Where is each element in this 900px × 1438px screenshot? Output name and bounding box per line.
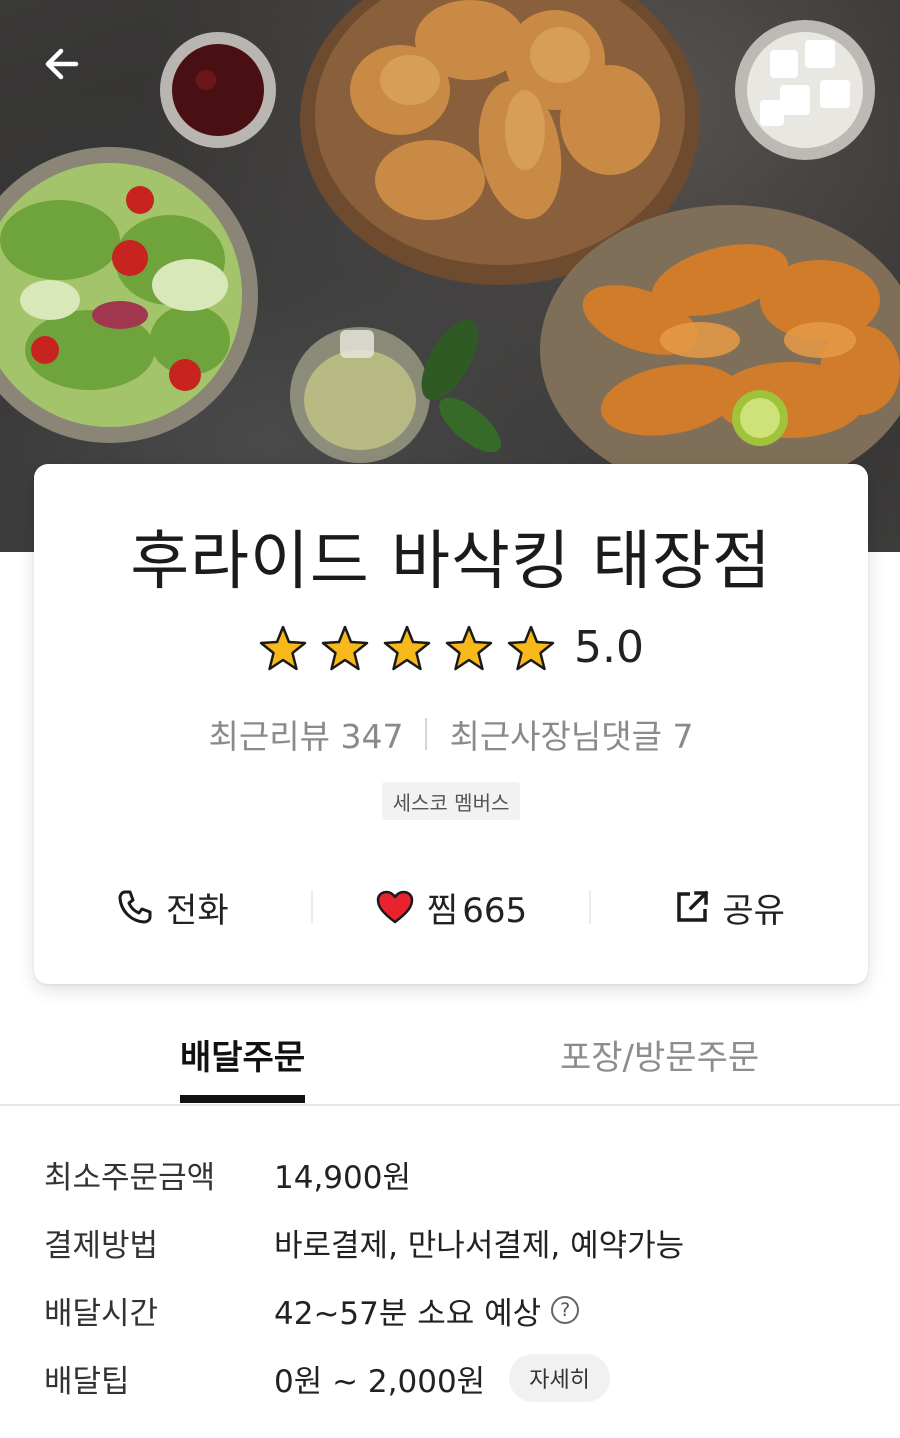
divider [425, 718, 428, 750]
delivery-info: 최소주문금액 14,900원 결제방법 바로결제, 만나서결제, 예약가능 배달… [44, 1140, 864, 1412]
store-name: 후라이드 바삭킹 태장점 [130, 525, 772, 599]
share-button[interactable]: 공유 [591, 874, 868, 940]
star-icon [383, 625, 431, 671]
action-bar: 전화 찜 665 공유 [34, 874, 868, 940]
phone-icon [118, 890, 152, 924]
share-label: 공유 [722, 890, 785, 931]
min-order-row: 최소주문금액 14,900원 [44, 1140, 864, 1208]
tab-delivery-order[interactable]: 배달주문 [180, 1038, 306, 1103]
back-button[interactable] [36, 38, 88, 90]
review-summary: 최근리뷰 347 최근사장님댓글 7 [34, 710, 868, 758]
heart-icon [376, 890, 414, 924]
rating-value: 5.0 [574, 622, 644, 673]
recent-reviews-link[interactable]: 최근리뷰 347 [209, 710, 404, 758]
delivery-tip-label: 배달팁 [44, 1363, 130, 1400]
like-count: 665 [462, 890, 528, 931]
min-order-value: 14,900원 [274, 1159, 411, 1196]
payment-label: 결제방법 [44, 1227, 159, 1264]
like-button[interactable]: 찜 665 [313, 874, 590, 940]
payment-value: 바로결제, 만나서결제, 예약가능 [274, 1227, 685, 1264]
min-order-label: 최소주문금액 [44, 1159, 216, 1196]
delivery-tip-value: 0원 ~ 2,000원 [274, 1363, 486, 1400]
delivery-tip-detail-button[interactable]: 자세히 [509, 1354, 610, 1402]
star-icon [259, 625, 307, 671]
question-mark-icon[interactable]: ? [551, 1296, 580, 1324]
owner-replies-link[interactable]: 최근사장님댓글 7 [449, 710, 693, 758]
like-label: 찜 665 [426, 890, 528, 931]
payment-row: 결제방법 바로결제, 만나서결제, 예약가능 [44, 1208, 864, 1276]
delivery-time-row: 배달시간 42~57분 소요 예상 ? [44, 1276, 864, 1344]
call-label: 전화 [166, 890, 229, 931]
order-type-tabs: 배달주문 포장/방문주문 [0, 1020, 900, 1106]
delivery-time-value-wrap: 42~57분 소요 예상 ? [274, 1288, 580, 1333]
delivery-time-value: 42~57분 소요 예상 [274, 1295, 542, 1332]
arrow-left-icon [45, 48, 79, 80]
star-icon [507, 625, 555, 671]
rating-row: 5.0 [34, 624, 868, 672]
call-button[interactable]: 전화 [34, 874, 311, 940]
star-icon [321, 625, 369, 671]
star-icon [445, 625, 493, 671]
share-icon [677, 890, 709, 922]
cesco-member-badge: 세스코 멤버스 [382, 782, 520, 820]
store-info-card: 후라이드 바삭킹 태장점 5.0 최근리뷰 347 최근사장님댓글 7 세스코 … [34, 464, 868, 984]
delivery-time-label: 배달시간 [44, 1295, 159, 1332]
delivery-tip-value-wrap: 0원 ~ 2,000원 자세히 [274, 1354, 610, 1402]
delivery-tip-row: 배달팁 0원 ~ 2,000원 자세히 [44, 1344, 864, 1412]
tab-pickup-order[interactable]: 포장/방문주문 [560, 1038, 759, 1079]
